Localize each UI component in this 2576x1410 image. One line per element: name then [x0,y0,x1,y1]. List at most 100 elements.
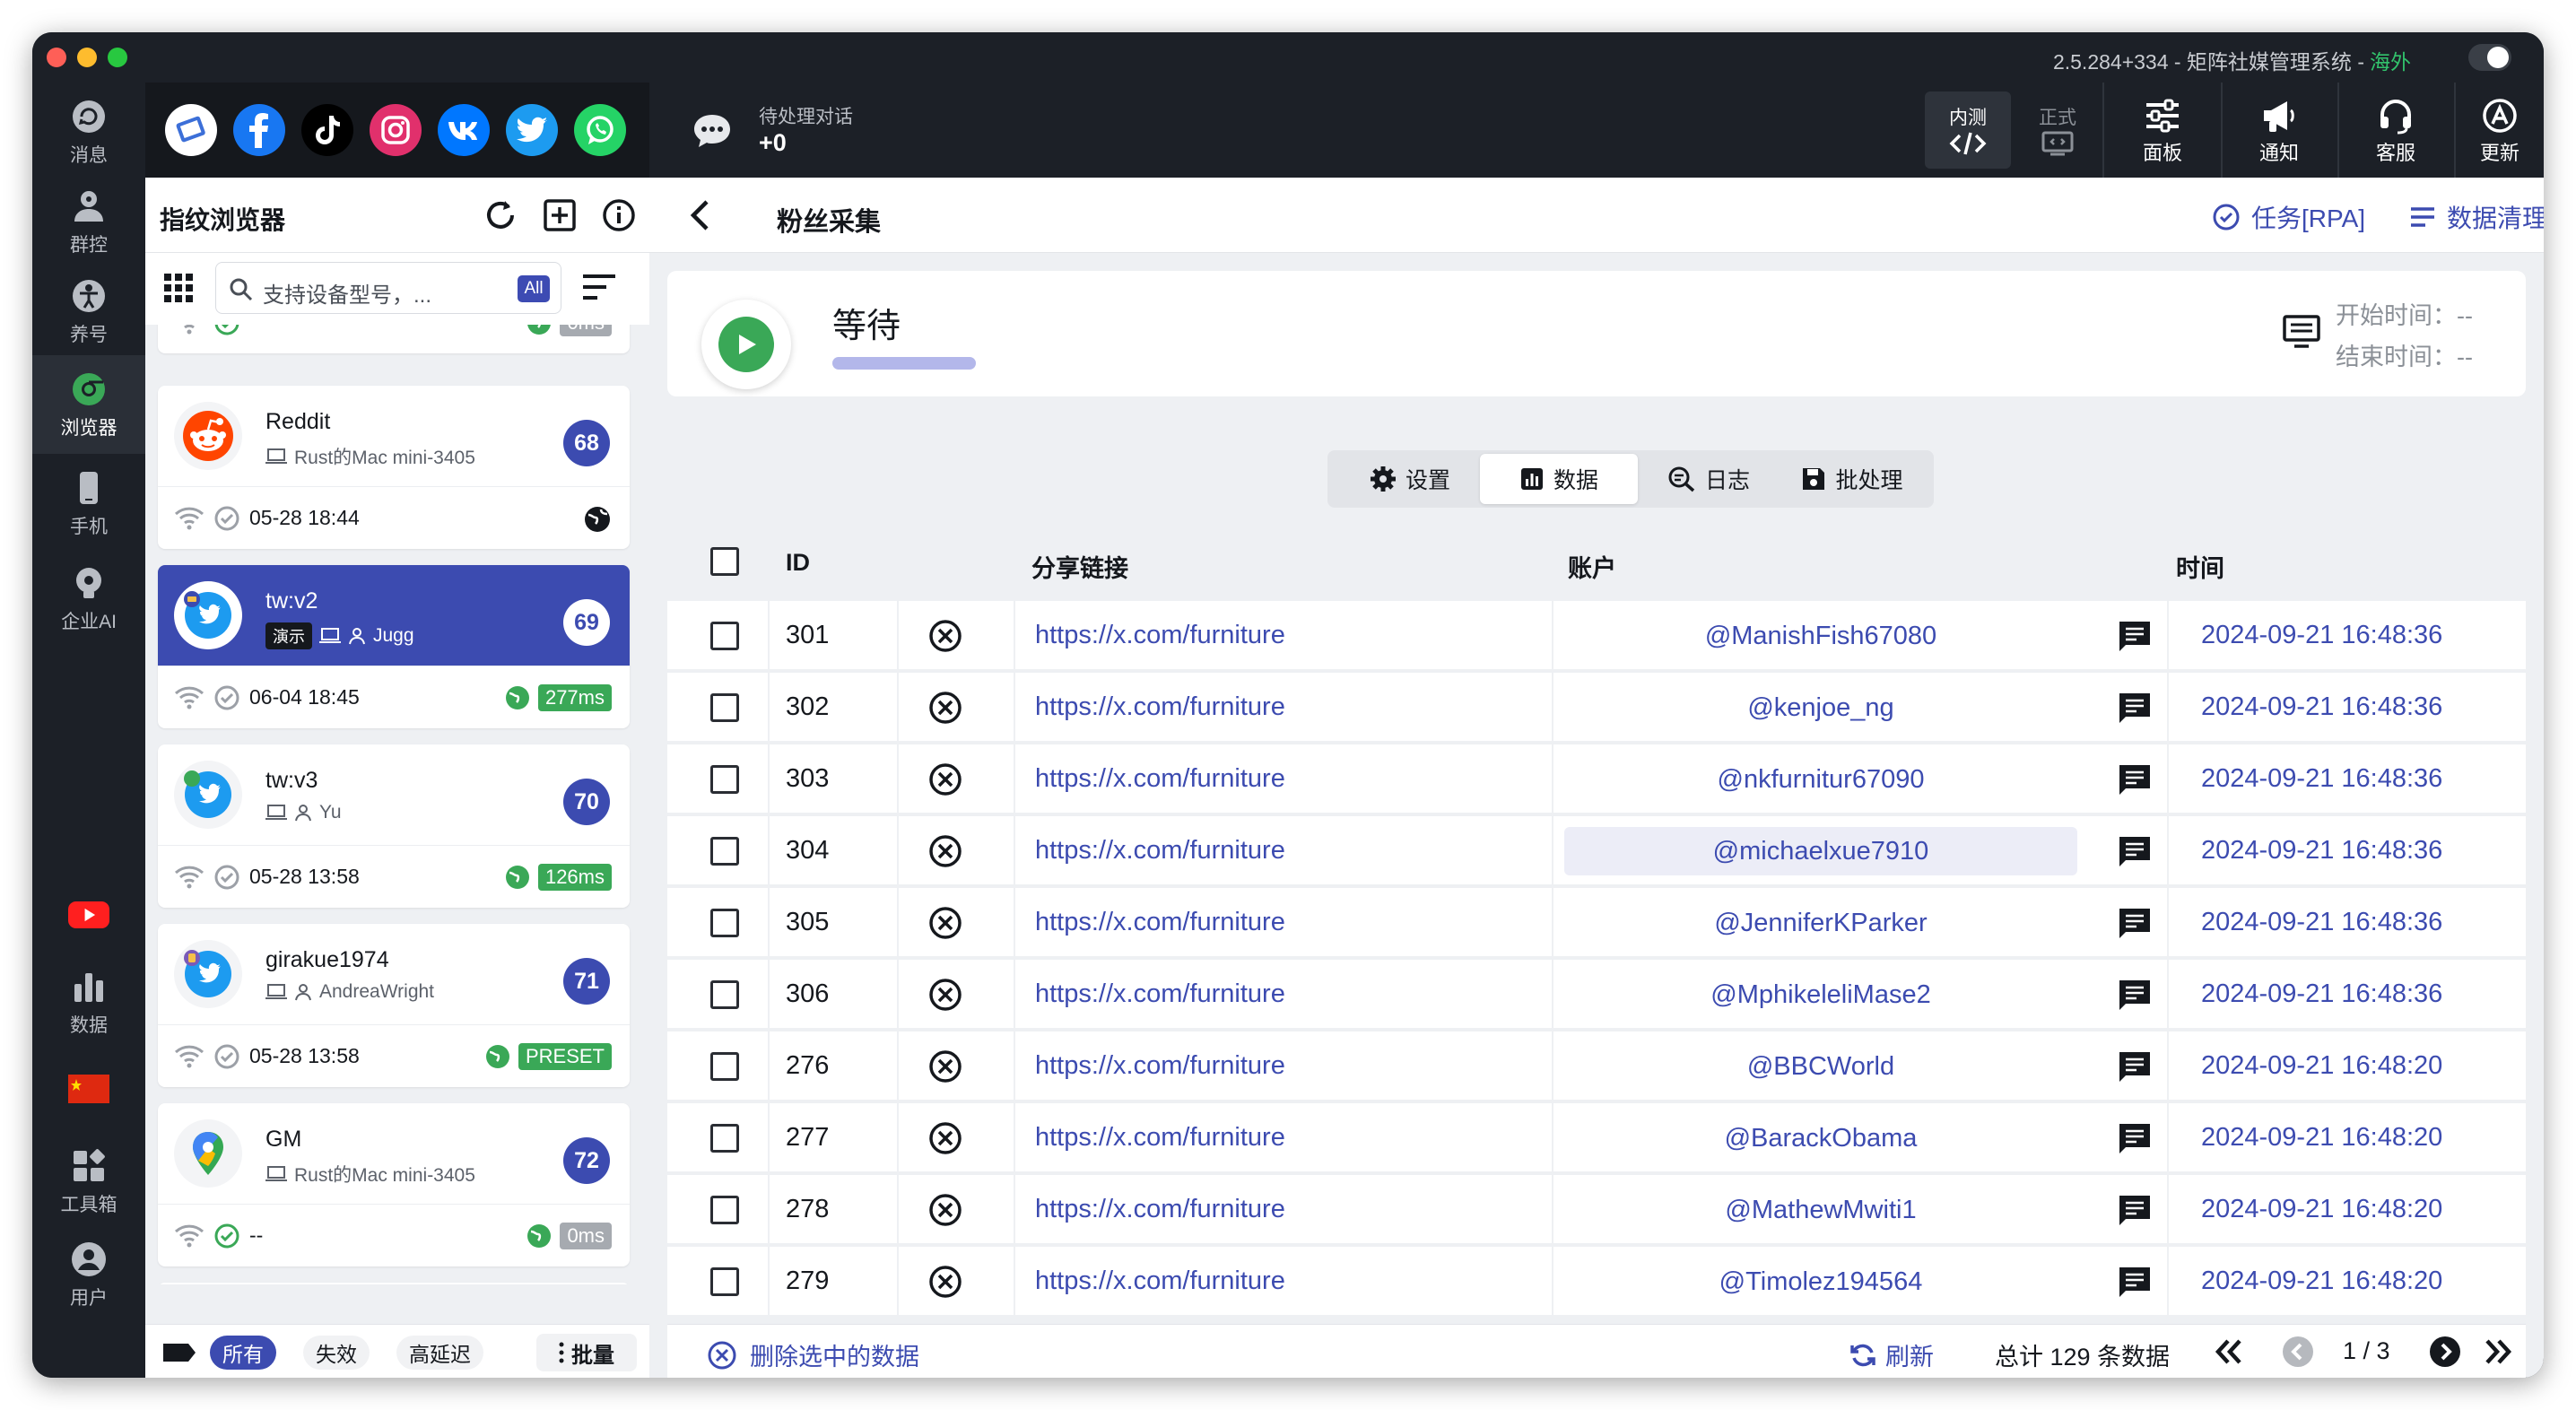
account-handle[interactable]: @MphikeleliMase2 [1564,970,2077,1019]
twitter-icon[interactable] [506,104,558,156]
column-header-account[interactable]: 账户 [1568,549,1616,584]
share-link[interactable]: https://x.com/furniture [1035,979,1285,1009]
back-arrow-icon[interactable] [689,199,712,231]
table-row[interactable]: 303 https://x.com/furniture @nkfurnitur670… [667,744,2526,814]
panel-button[interactable]: 面板 [2106,83,2219,178]
tab-data[interactable]: 数据 [1480,454,1638,504]
comment-icon[interactable] [2117,1265,2153,1299]
chat-bubble-icon[interactable] [691,111,734,151]
row-checkbox[interactable] [710,980,739,1009]
row-checkbox[interactable] [710,622,739,650]
monitor-icon[interactable] [2282,314,2321,350]
table-row[interactable]: 305 https://x.com/furniture @JenniferKPark… [667,888,2526,958]
info-icon[interactable] [601,197,637,233]
device-search-input[interactable]: 支持设备型号，... All [215,262,561,314]
share-link[interactable]: https://x.com/furniture [1035,908,1285,937]
row-checkbox[interactable] [710,1052,739,1081]
share-link[interactable]: https://x.com/furniture [1035,764,1285,794]
column-header-link[interactable]: 分享链接 [1031,549,1128,584]
nav-item-enterprise-ai[interactable]: 企业AI [32,549,145,648]
device-card[interactable]: girakue1974 AndreaWright 71 05-28 13:58 … [158,924,630,1087]
table-row[interactable]: 279 https://x.com/furniture @Timolez194564… [667,1247,2526,1317]
device-card[interactable] [158,1283,630,1284]
nav-item-group-control[interactable]: 群控 [32,172,145,271]
window-maximize-button[interactable] [108,48,127,67]
table-row[interactable]: 277 https://x.com/furniture @BarackObama 20… [667,1103,2526,1173]
share-link[interactable]: https://x.com/furniture [1035,1123,1285,1153]
grid-view-icon[interactable] [163,273,194,303]
account-handle[interactable]: @nkfurnitur67090 [1564,755,2077,804]
remove-circle-icon[interactable] [927,977,963,1013]
table-row[interactable]: 276 https://x.com/furniture @BBCWorld 2024-… [667,1031,2526,1101]
sort-icon[interactable] [581,273,617,301]
next-page-icon[interactable] [2429,1336,2461,1368]
select-all-checkbox[interactable] [710,547,739,576]
column-header-time[interactable]: 时间 [2176,549,2224,584]
remove-circle-icon[interactable] [927,1264,963,1300]
task-rpa-link[interactable]: 任务[RPA] [2212,199,2365,235]
filter-high-latency[interactable]: 高延迟 [396,1336,483,1370]
whatsapp-icon[interactable] [574,104,626,156]
device-card[interactable]: GM Rust的Mac mini-3405 72 -- 0ms [158,1103,630,1266]
device-card[interactable]: tw:v3 Yu 70 05-28 13:58 126ms [158,744,630,908]
device-card-selected[interactable]: tw:v2 演示 Jugg 69 06-04 18:45 277ms [158,565,630,728]
support-button[interactable]: 客服 [2339,83,2452,178]
tab-log[interactable]: 日志 [1641,454,1776,504]
comment-icon[interactable] [2117,1121,2153,1155]
nav-item-data[interactable]: 数据 [32,953,145,1051]
row-checkbox[interactable] [710,693,739,722]
account-handle[interactable]: @BarackObama [1564,1114,2077,1162]
search-scope-badge[interactable]: All [518,275,550,302]
batch-button[interactable]: 批量 [536,1334,637,1371]
nav-item-phone[interactable]: 手机 [32,454,145,553]
remove-circle-icon[interactable] [927,1049,963,1084]
facebook-icon[interactable] [233,104,285,156]
account-handle[interactable]: @JenniferKParker [1564,899,2077,947]
comment-icon[interactable] [2117,834,2153,868]
web-browser-icon[interactable] [165,104,217,156]
nav-item-youtube[interactable] [32,881,145,953]
device-card[interactable]: -- 0ms [158,325,630,353]
instagram-icon[interactable] [370,104,422,156]
row-checkbox[interactable] [710,837,739,866]
share-link[interactable]: https://x.com/furniture [1035,1195,1285,1224]
nav-item-account-nurture[interactable]: 养号 [32,262,145,361]
comment-icon[interactable] [2117,1193,2153,1227]
comment-icon[interactable] [2117,906,2153,940]
remove-circle-icon[interactable] [927,690,963,726]
data-clean-link[interactable]: 数据清理 [2409,199,2544,235]
filter-all[interactable]: 所有 [210,1336,276,1370]
vk-icon[interactable] [438,104,490,156]
table-row[interactable]: 304 https://x.com/furniture @michaelxue791… [667,816,2526,886]
add-profile-icon[interactable] [542,197,578,233]
nav-item-messages[interactable]: 消息 [32,83,145,181]
remove-circle-icon[interactable] [927,1192,963,1228]
table-row[interactable]: 278 https://x.com/furniture @MathewMwiti1 2… [667,1175,2526,1245]
account-handle[interactable]: @ManishFish67080 [1564,612,2077,660]
table-row[interactable]: 301 https://x.com/furniture @ManishFish670… [667,601,2526,671]
remove-circle-icon[interactable] [927,618,963,654]
tag-icon[interactable] [161,1341,197,1364]
account-handle[interactable]: @MathewMwiti1 [1564,1186,2077,1234]
start-button[interactable] [701,300,791,389]
tab-settings[interactable]: 设置 [1335,454,1485,504]
nav-item-toolbox[interactable]: 工具箱 [32,1132,145,1231]
share-link[interactable]: https://x.com/furniture [1035,692,1285,722]
notify-button[interactable]: 通知 [2223,83,2336,178]
tab-batch[interactable]: 批处理 [1776,454,1928,504]
row-checkbox[interactable] [710,1196,739,1224]
device-card[interactable]: Reddit Rust的Mac mini-3405 68 05-28 18:44 [158,386,630,549]
share-link[interactable]: https://x.com/furniture [1035,1051,1285,1081]
row-checkbox[interactable] [710,1124,739,1153]
nav-item-browser[interactable]: 浏览器 [32,355,145,454]
account-handle[interactable]: @BBCWorld [1564,1042,2077,1091]
first-page-icon[interactable] [2214,1337,2244,1366]
share-link[interactable]: https://x.com/furniture [1035,621,1285,650]
comment-icon[interactable] [2117,978,2153,1012]
share-link[interactable]: https://x.com/furniture [1035,836,1285,866]
remove-circle-icon[interactable] [927,833,963,869]
row-checkbox[interactable] [710,909,739,937]
delete-selected-button[interactable]: 删除选中的数据 [707,1337,919,1372]
row-checkbox[interactable] [710,1267,739,1296]
comment-icon[interactable] [2117,691,2153,725]
